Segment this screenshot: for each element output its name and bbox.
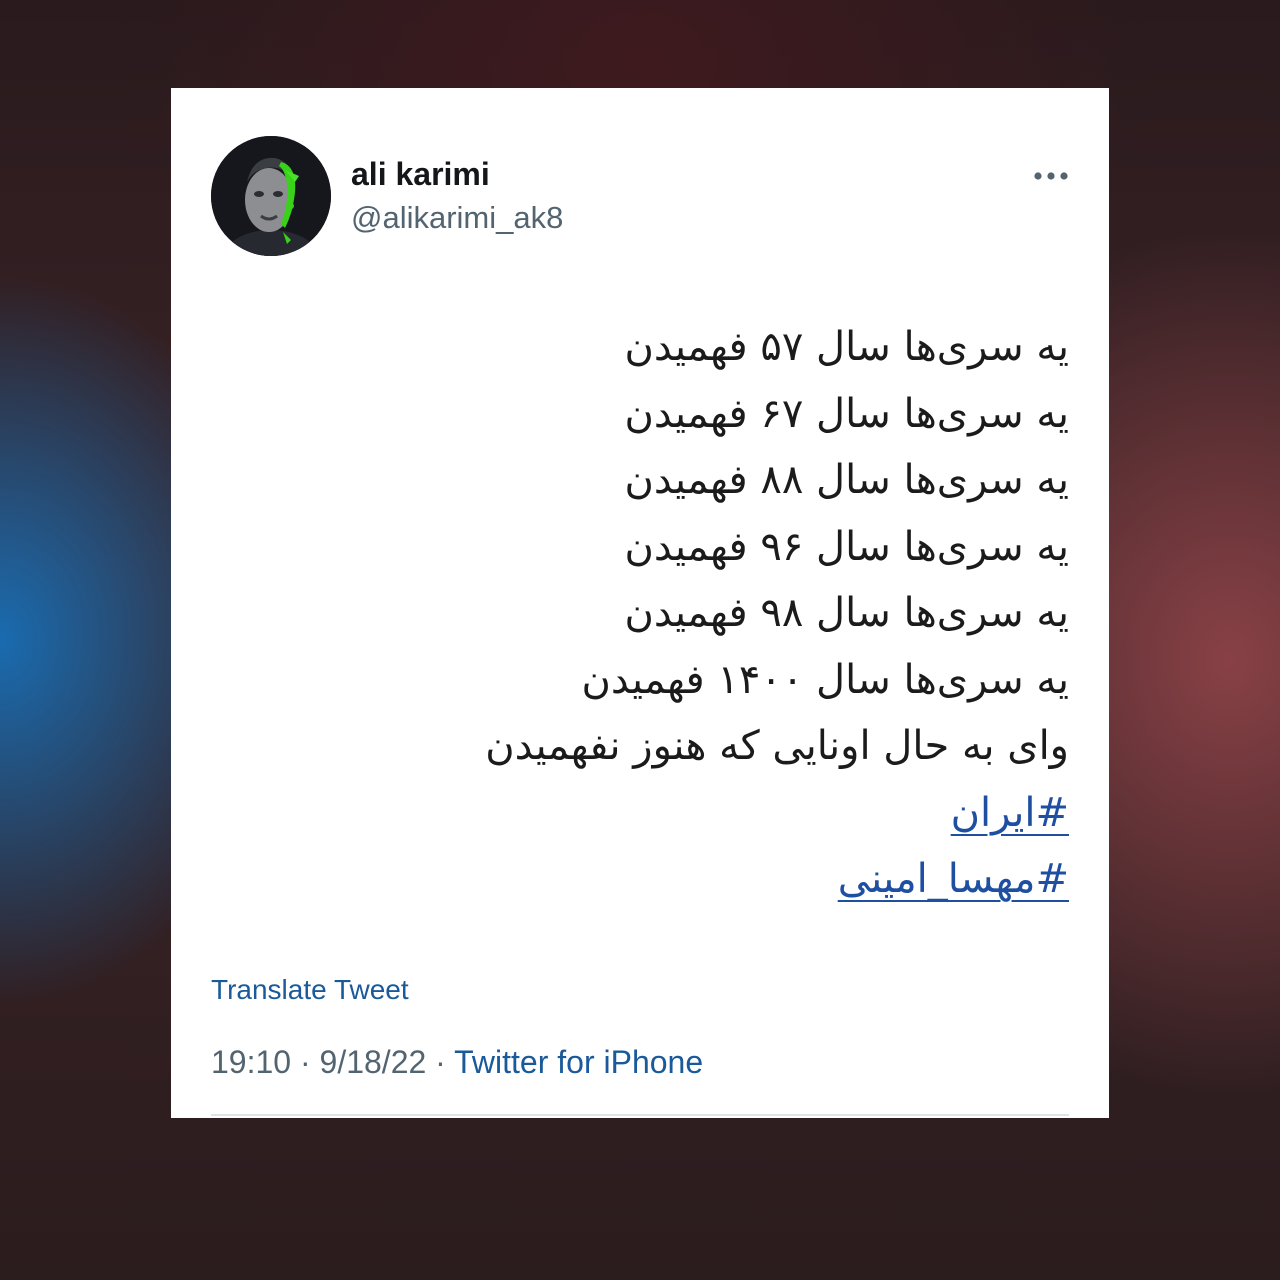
tweet-source-link[interactable]: Twitter for iPhone [454, 1044, 703, 1080]
tweet-line: یه سری‌ها سال ۱۴۰۰ فهمیدن [581, 656, 1069, 703]
tweet-time[interactable]: 19:10 [211, 1044, 291, 1080]
more-horizontal-icon [1034, 172, 1068, 180]
tweet-text: یه سری‌ها سال ۵۷ فهمیدن یه سری‌ها سال ۶۷… [349, 314, 1069, 913]
author-handle[interactable]: @alikarimi_ak8 [351, 200, 563, 236]
tweet-line: یه سری‌ها سال ۹۶ فهمیدن [624, 523, 1069, 570]
tweet-line: یه سری‌ها سال ۵۷ فهمیدن [624, 324, 1069, 370]
author-avatar[interactable] [211, 136, 331, 256]
divider [211, 1114, 1069, 1116]
tweet-date[interactable]: 9/18/22 [320, 1044, 427, 1080]
more-options-button[interactable] [1005, 156, 1069, 196]
meta-separator: · [435, 1044, 446, 1080]
hashtag-link[interactable]: #مهسا_امینی [349, 846, 1069, 913]
meta-separator: · [299, 1044, 311, 1080]
tweet-line: یه سری‌ها سال ۹۸ فهمیدن [624, 590, 1069, 636]
tweet-line: وای به حال اونایی که هنوز نفهمیدن [485, 723, 1069, 769]
translate-tweet-link[interactable]: Translate Tweet [211, 974, 409, 1006]
tweet-card: ali karimi @alikarimi_ak8 یه سری‌ها سال … [171, 88, 1109, 1118]
hashtag-link[interactable]: #ایران [349, 780, 1069, 847]
tweet-line: یه سری‌ها سال ۸۸ فهمیدن [624, 457, 1069, 503]
author-display-name[interactable]: ali karimi [351, 156, 490, 193]
tweet-metadata: 19:10 · 9/18/22 · Twitter for iPhone [211, 1044, 703, 1081]
avatar-portrait-icon [211, 136, 331, 256]
tweet-line: یه سری‌ها سال ۶۷ فهمیدن [624, 390, 1069, 437]
